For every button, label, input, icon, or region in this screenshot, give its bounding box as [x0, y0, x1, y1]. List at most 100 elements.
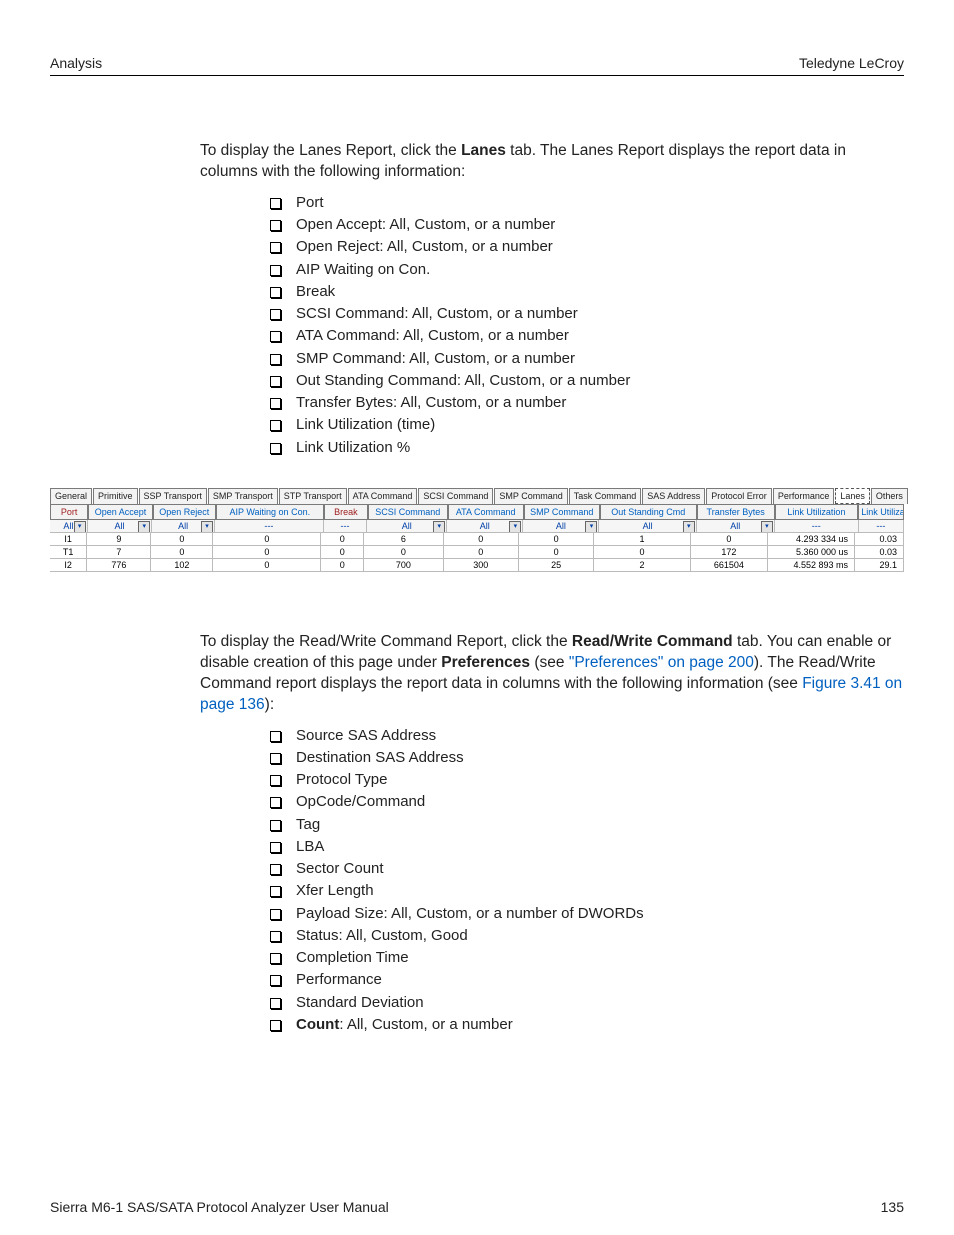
- secondary-content: To display the Read/Write Command Report…: [200, 632, 904, 1035]
- list-item: Standard Deviation: [270, 993, 904, 1013]
- tab-smp-transport[interactable]: SMP Transport: [208, 488, 278, 504]
- col-link-util-pct[interactable]: Link Utiliza: [858, 504, 904, 520]
- tab-scsi-command[interactable]: SCSI Command: [418, 488, 493, 504]
- header-left: Analysis: [50, 55, 102, 71]
- intro-text: To display the Lanes Report, click the: [200, 142, 461, 159]
- tab-primitive[interactable]: Primitive: [93, 488, 138, 504]
- tab-smp-command[interactable]: SMP Command: [494, 488, 567, 504]
- dropdown-icon[interactable]: ▾: [201, 521, 213, 533]
- cell: 0: [213, 546, 321, 559]
- lanes-fields-list: Port Open Accept: All, Custom, or a numb…: [200, 193, 904, 458]
- cell: 9: [87, 533, 151, 546]
- text: (see: [530, 654, 569, 671]
- cell: 0.03: [855, 533, 904, 546]
- col-outstanding[interactable]: Out Standing Cmd: [600, 504, 697, 520]
- filter-text: All: [643, 521, 653, 531]
- list-item: Payload Size: All, Custom, or a number o…: [270, 904, 904, 924]
- filter-open-accept[interactable]: All ▾: [88, 520, 153, 533]
- cell: 4.293 334 us: [768, 533, 855, 546]
- text: ):: [265, 696, 274, 713]
- tab-ssp-transport[interactable]: SSP Transport: [139, 488, 207, 504]
- text: To display the Read/Write Command Report…: [200, 633, 572, 650]
- dropdown-icon[interactable]: ▾: [761, 521, 773, 533]
- tab-task-command[interactable]: Task Command: [569, 488, 642, 504]
- tab-general[interactable]: General: [50, 488, 92, 504]
- col-aip-waiting[interactable]: AIP Waiting on Con.: [216, 504, 324, 520]
- cell: 300: [444, 559, 519, 572]
- list-item: Source SAS Address: [270, 726, 904, 746]
- list-item: Count: All, Custom, or a number: [270, 1015, 904, 1035]
- cell: 25: [519, 559, 594, 572]
- list-item: SCSI Command: All, Custom, or a number: [270, 304, 904, 324]
- list-item: Destination SAS Address: [270, 748, 904, 768]
- dropdown-icon[interactable]: ▾: [585, 521, 597, 533]
- text: : All, Custom, or a number: [339, 1016, 512, 1033]
- filter-text: All: [556, 521, 566, 531]
- tab-protocol-error[interactable]: Protocol Error: [706, 488, 772, 504]
- filter-text: All: [114, 521, 124, 531]
- cell: 0: [444, 533, 519, 546]
- filter-link-util-pct: ---: [859, 520, 904, 533]
- col-transfer-bytes[interactable]: Transfer Bytes: [697, 504, 775, 520]
- tab-stp-transport[interactable]: STP Transport: [279, 488, 347, 504]
- filter-transfer[interactable]: All ▾: [697, 520, 775, 533]
- dropdown-icon[interactable]: ▾: [138, 521, 150, 533]
- tab-ata-command[interactable]: ATA Command: [348, 488, 418, 504]
- col-ata-command[interactable]: ATA Command: [448, 504, 524, 520]
- filter-text: All: [730, 521, 740, 531]
- dropdown-icon[interactable]: ▾: [433, 521, 445, 533]
- list-item: Open Accept: All, Custom, or a number: [270, 215, 904, 235]
- cell: 0: [151, 533, 213, 546]
- filter-ata[interactable]: All▾: [447, 520, 523, 533]
- cell: 0: [321, 546, 364, 559]
- filter-open-reject[interactable]: All▾: [152, 520, 215, 533]
- filter-text: All: [63, 521, 73, 531]
- column-headers-row: Port Open Accept Open Reject AIP Waiting…: [50, 504, 904, 520]
- cell: 700: [364, 559, 443, 572]
- filter-text: All: [402, 521, 412, 531]
- filter-port[interactable]: All▾: [50, 520, 88, 533]
- filter-smp[interactable]: All ▾: [523, 520, 599, 533]
- list-item: Transfer Bytes: All, Custom, or a number: [270, 393, 904, 413]
- dropdown-icon[interactable]: ▾: [683, 521, 695, 533]
- col-break[interactable]: Break: [324, 504, 368, 520]
- cell: 0: [691, 533, 768, 546]
- col-open-accept[interactable]: Open Accept: [88, 504, 153, 520]
- list-item: ATA Command: All, Custom, or a number: [270, 326, 904, 346]
- tab-lanes[interactable]: Lanes: [835, 488, 870, 504]
- col-link-util[interactable]: Link Utilization: [775, 504, 859, 520]
- list-item: OpCode/Command: [270, 792, 904, 812]
- intro-paragraph: To display the Lanes Report, click the L…: [200, 141, 904, 183]
- col-open-reject[interactable]: Open Reject: [153, 504, 216, 520]
- page-header: Analysis Teledyne LeCroy: [50, 55, 904, 76]
- filter-outstanding[interactable]: All ▾: [599, 520, 696, 533]
- col-scsi-command[interactable]: SCSI Command: [368, 504, 448, 520]
- list-item: Status: All, Custom, Good: [270, 926, 904, 946]
- link-preferences[interactable]: "Preferences" on page 200: [569, 654, 754, 671]
- cell: I2: [50, 559, 87, 572]
- footer-title: Sierra M6-1 SAS/SATA Protocol Analyzer U…: [50, 1199, 389, 1215]
- tab-others[interactable]: Others: [871, 488, 908, 504]
- page-footer: Sierra M6-1 SAS/SATA Protocol Analyzer U…: [50, 1199, 904, 1215]
- list-item: Open Reject: All, Custom, or a number: [270, 237, 904, 257]
- cell: 0.03: [855, 546, 904, 559]
- text-bold: Preferences: [441, 654, 530, 671]
- report-tabs: General Primitive SSP Transport SMP Tran…: [50, 488, 904, 504]
- tab-performance[interactable]: Performance: [773, 488, 835, 504]
- tab-sas-address[interactable]: SAS Address: [642, 488, 705, 504]
- cell: 172: [691, 546, 768, 559]
- cell: 0: [213, 533, 321, 546]
- list-item: AIP Waiting on Con.: [270, 260, 904, 280]
- cell: 6: [364, 533, 443, 546]
- col-smp-command[interactable]: SMP Command: [524, 504, 600, 520]
- lanes-report-screenshot: General Primitive SSP Transport SMP Tran…: [50, 488, 904, 572]
- dropdown-icon[interactable]: ▾: [74, 521, 86, 533]
- intro-bold: Lanes: [461, 142, 506, 159]
- col-port[interactable]: Port: [50, 504, 88, 520]
- list-item: Performance: [270, 970, 904, 990]
- dropdown-icon[interactable]: ▾: [509, 521, 521, 533]
- cell: 4.552 893 ms: [768, 559, 855, 572]
- filter-scsi[interactable]: All ▾: [367, 520, 447, 533]
- list-item: Link Utilization (time): [270, 415, 904, 435]
- cell: 29.1: [855, 559, 904, 572]
